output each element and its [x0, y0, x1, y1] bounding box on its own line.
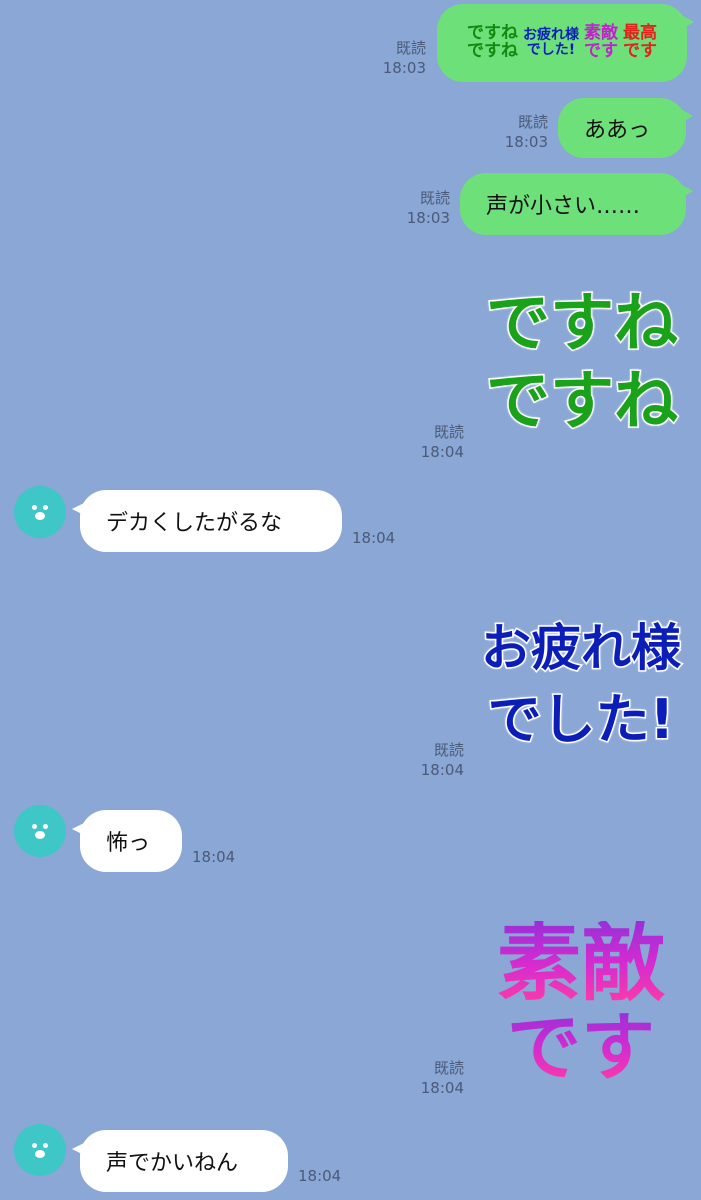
message-text: デカくしたがるな [106, 511, 283, 536]
avatar[interactable] [14, 486, 66, 538]
message-text: 声でかいねん [106, 1151, 239, 1176]
message-meta: 既読 18:03 [488, 112, 548, 152]
timestamp: 18:04 [420, 761, 464, 779]
outgoing-message[interactable]: ああっ [558, 98, 693, 158]
timestamp: 18:03 [504, 133, 548, 151]
outgoing-message[interactable]: 声が小さい…… [460, 173, 693, 235]
sticker-part: 素敵 です [584, 23, 618, 61]
timestamp: 18:04 [420, 443, 464, 461]
read-receipt: 既読 [517, 113, 548, 131]
timestamp: 18:04 [352, 529, 396, 547]
read-receipt: 既読 [433, 1059, 464, 1077]
sticker-message[interactable]: ですね ですね [474, 255, 690, 470]
message-meta: 既読 18:04 [404, 422, 464, 462]
message-meta: 既読 18:03 [368, 38, 426, 78]
bear-face-icon [32, 505, 37, 510]
timestamp: 18:03 [406, 209, 450, 227]
timestamp: 18:04 [298, 1167, 342, 1185]
incoming-message[interactable]: 声でかいねん [72, 1130, 288, 1192]
message-meta: 既読 18:04 [404, 740, 464, 780]
incoming-message[interactable]: デカくしたがるな [72, 490, 342, 552]
message-text: 怖っ [106, 831, 151, 856]
sticker-message[interactable]: 素敵 です [474, 895, 688, 1110]
read-receipt: 既読 [419, 189, 450, 207]
message-text: 声が小さい…… [486, 194, 641, 219]
read-receipt: 既読 [433, 741, 464, 759]
read-receipt: 既読 [395, 39, 426, 57]
timestamp: 18:04 [420, 1079, 464, 1097]
message-meta: 既読 18:03 [390, 188, 450, 228]
sticker-part: お疲れ様 でした! [523, 27, 579, 58]
sticker-message[interactable]: お疲れ様 でした! [472, 580, 690, 790]
read-receipt: 既読 [433, 423, 464, 441]
timestamp: 18:03 [382, 59, 426, 77]
avatar[interactable] [14, 1124, 66, 1176]
sticker-part: 最高 です [623, 23, 657, 61]
avatar[interactable] [14, 805, 66, 857]
incoming-message[interactable]: 怖っ [72, 810, 182, 872]
timestamp: 18:04 [192, 848, 236, 866]
message-meta: 既読 18:04 [404, 1058, 464, 1098]
sticker-part: ですね ですね [467, 23, 518, 61]
message-text: ああっ [584, 118, 651, 143]
sticker-message[interactable]: ですね ですね お疲れ様 でした! 素敵 です 最高 です [437, 4, 694, 82]
